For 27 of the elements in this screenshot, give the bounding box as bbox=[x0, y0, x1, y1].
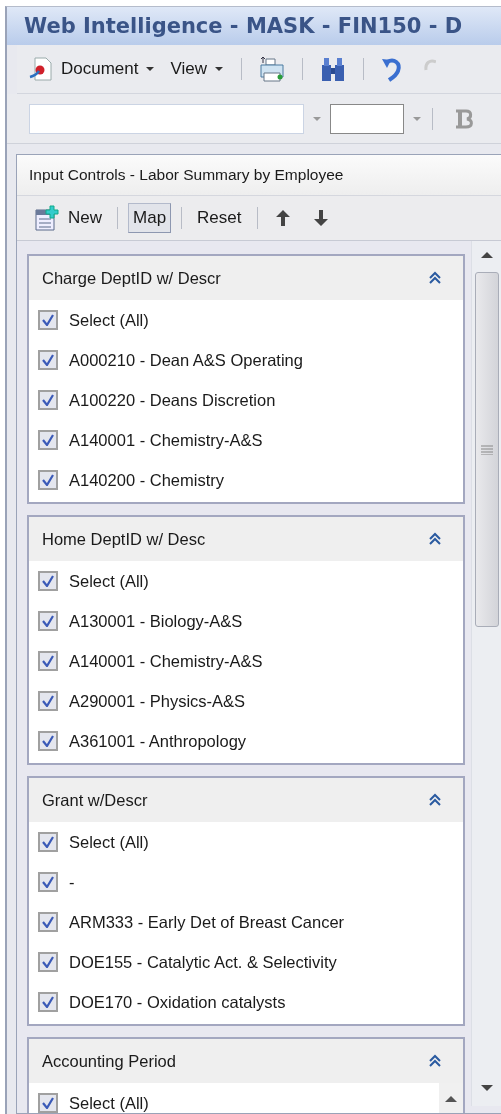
option-label: - bbox=[69, 872, 75, 892]
option-label: DOE170 - Oxidation catalysts bbox=[69, 992, 286, 1012]
panel-button[interactable]: Map bbox=[128, 203, 172, 233]
option-label: A140200 - Chemistry bbox=[69, 470, 224, 490]
option-label: A361001 - Anthropology bbox=[69, 731, 247, 751]
panel-button[interactable]: Reset bbox=[192, 203, 247, 233]
group-title: Accounting Period bbox=[42, 1051, 176, 1071]
group-title: Charge DeptID w/ Descr bbox=[42, 268, 221, 288]
option-label: A290001 - Physics-A&S bbox=[69, 691, 246, 711]
option-label: Select (All) bbox=[69, 310, 149, 330]
menu-button[interactable]: View bbox=[170, 59, 224, 79]
option-label: A140001 - Chemistry-A&S bbox=[69, 430, 263, 450]
option-label: A130001 - Biology-A&S bbox=[69, 611, 243, 631]
option-label: DOE155 - Catalytic Act. & Selectivity bbox=[69, 952, 337, 972]
option-label: Select (All) bbox=[69, 832, 149, 852]
menu-button[interactable]: Document bbox=[29, 56, 155, 82]
window-title: Web Intelligence - MASK - FIN150 - D bbox=[7, 7, 501, 45]
option-label: A100220 - Deans Discretion bbox=[69, 390, 276, 410]
option-label: A000210 - Dean A&S Operating bbox=[69, 350, 303, 370]
option-label: ARM333 - Early Det of Breast Cancer bbox=[69, 912, 345, 932]
group-title: Grant w/Descr bbox=[42, 790, 148, 810]
panel-button[interactable]: New bbox=[29, 200, 107, 236]
option-label: Select (All) bbox=[69, 571, 149, 591]
option-label: Select (All) bbox=[69, 1093, 149, 1113]
group-title: Home DeptID w/ Desc bbox=[42, 529, 206, 549]
panel-title: Input Controls - Labor Summary by Employee bbox=[17, 155, 501, 196]
option-label: A140001 - Chemistry-A&S bbox=[69, 651, 263, 671]
